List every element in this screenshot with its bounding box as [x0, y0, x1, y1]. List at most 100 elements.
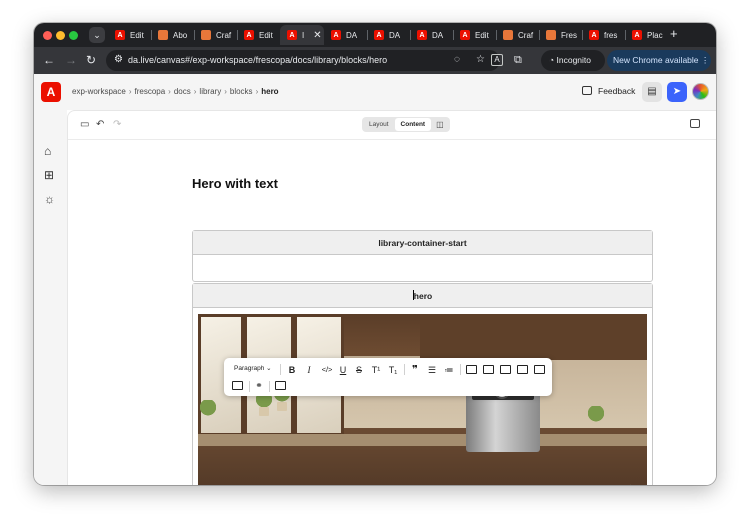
- crumb-current: hero: [261, 87, 279, 96]
- bold-icon[interactable]: B: [286, 365, 298, 375]
- tab-6[interactable]: DA: [324, 25, 366, 45]
- publish-send-button[interactable]: ➤: [667, 82, 687, 102]
- reload-icon[interactable]: ↻: [86, 53, 96, 67]
- blocks-library-icon[interactable]: ⊞: [44, 169, 54, 181]
- adobe-icon: [331, 30, 341, 40]
- right-panel-toggle-icon[interactable]: [690, 119, 700, 128]
- user-avatar[interactable]: [692, 83, 709, 100]
- new-tab-plus-icon[interactable]: +: [670, 26, 678, 41]
- chevron-right-icon: ›: [224, 87, 227, 96]
- content-tab[interactable]: Content: [394, 118, 432, 131]
- subscript-icon[interactable]: T₁: [386, 365, 400, 375]
- table-properties-icon[interactable]: [275, 381, 286, 390]
- underline-icon[interactable]: U: [337, 365, 349, 375]
- tab-4[interactable]: Edit: [237, 25, 280, 45]
- chrome-update-button[interactable]: New Chrome available ⋮: [607, 50, 711, 71]
- tab-2[interactable]: Abo: [151, 25, 193, 45]
- tab-12[interactable]: fres: [582, 25, 624, 45]
- back-arrow-icon[interactable]: ←: [43, 53, 55, 67]
- tab-label: Plac: [647, 30, 663, 40]
- merge-cells-icon[interactable]: [232, 381, 243, 390]
- format-toolbar: Paragraph ⌄ B I </> U S T¹ T₁ ❞ ☰ ≔ ⚭: [224, 358, 552, 396]
- hero-image[interactable]: ✦: [198, 314, 647, 485]
- undo-icon[interactable]: ↶: [96, 119, 104, 131]
- toggle-sidebar-icon[interactable]: ▭: [80, 119, 89, 131]
- adobe-icon: [287, 30, 297, 40]
- lightbulb-icon[interactable]: ☼: [44, 193, 55, 205]
- minimize-window-button[interactable]: [56, 31, 65, 40]
- upper-cabinets: [420, 314, 647, 360]
- crumb-docs[interactable]: docs: [174, 87, 191, 96]
- chevron-right-icon: ›: [168, 87, 171, 96]
- hero-header-label: hero: [413, 291, 433, 301]
- delete-row-icon[interactable]: [534, 365, 545, 374]
- crumb-library[interactable]: library: [199, 87, 221, 96]
- superscript-icon[interactable]: T¹: [369, 365, 383, 375]
- tab-10[interactable]: Craf: [496, 25, 538, 45]
- toolbar-separator: [280, 364, 281, 375]
- site-settings-icon[interactable]: ⚙: [114, 54, 123, 65]
- browser-window: ⌄ Edit Abo Craf Edit I ✕ DA: [34, 23, 716, 485]
- tab-5-active[interactable]: I ✕: [280, 25, 324, 45]
- adobe-icon: [115, 30, 125, 40]
- numbered-list-icon[interactable]: ≔: [443, 365, 455, 375]
- insert-row-below-icon[interactable]: [517, 365, 528, 374]
- address-bar[interactable]: ⚙ da.live/canvas#/exp-workspace/frescopa…: [106, 50, 500, 71]
- tab-1[interactable]: Edit: [108, 25, 150, 45]
- split-view-icon[interactable]: ◫: [431, 118, 449, 131]
- eye-off-icon[interactable]: ◌: [454, 54, 460, 65]
- app-header: A exp-workspace › frescopa › docs › library › bl…: [34, 74, 716, 110]
- tab-13[interactable]: Plac: [625, 25, 667, 45]
- tab-search-button[interactable]: ⌄: [89, 27, 105, 43]
- close-window-button[interactable]: [43, 31, 52, 40]
- tab-9[interactable]: Edit: [453, 25, 495, 45]
- insert-row-above-icon[interactable]: [500, 365, 511, 374]
- block-header[interactable]: hero: [193, 284, 652, 308]
- toolbar-separator: [249, 381, 250, 392]
- close-tab-icon[interactable]: ✕: [313, 30, 321, 41]
- tab-3[interactable]: Craf: [194, 25, 236, 45]
- bookmark-star-icon[interactable]: ☆: [476, 54, 485, 65]
- insert-column-right-icon[interactable]: [483, 365, 494, 374]
- adobe-extension-icon[interactable]: A: [491, 54, 503, 66]
- zoom-window-button[interactable]: [69, 31, 78, 40]
- extensions-puzzle-icon[interactable]: ⧉: [514, 53, 522, 67]
- document-preview-button[interactable]: ▤: [642, 82, 662, 102]
- incognito-badge[interactable]: ◔ Incognito: [541, 50, 605, 71]
- blockquote-icon[interactable]: ❞: [409, 365, 421, 376]
- code-icon[interactable]: </>: [319, 365, 335, 375]
- strikethrough-icon[interactable]: S: [353, 365, 365, 375]
- plant-pot: [259, 407, 269, 416]
- tab-label: Edit: [475, 30, 489, 40]
- adobe-logo[interactable]: A: [41, 82, 61, 102]
- feedback-button[interactable]: Feedback: [582, 86, 635, 96]
- countertop: [198, 434, 647, 446]
- crumb-blocks[interactable]: blocks: [230, 87, 253, 96]
- home-icon[interactable]: ⌂: [44, 145, 51, 157]
- italic-icon[interactable]: I: [303, 365, 315, 375]
- incognito-label: Incognito: [556, 55, 592, 65]
- craft-icon: [201, 30, 211, 40]
- tab-11[interactable]: Fres: [539, 25, 581, 45]
- feedback-label: Feedback: [598, 86, 636, 96]
- adobe-icon: [632, 30, 642, 40]
- layout-tab[interactable]: Layout: [363, 118, 395, 131]
- insert-column-left-icon[interactable]: [466, 365, 477, 374]
- library-container-block[interactable]: library-container-start: [192, 230, 653, 282]
- toolbar-separator: [404, 364, 405, 375]
- tab-7[interactable]: DA: [367, 25, 409, 45]
- tab-8[interactable]: DA: [410, 25, 452, 45]
- tab-label: DA: [389, 30, 401, 40]
- redo-icon[interactable]: ↷: [113, 119, 121, 131]
- paragraph-style-select[interactable]: Paragraph ⌄: [234, 364, 272, 372]
- forward-arrow-icon[interactable]: →: [65, 53, 77, 67]
- link-icon[interactable]: ⚭: [253, 380, 265, 390]
- crumb-frescopa[interactable]: frescopa: [134, 87, 165, 96]
- plant: [200, 400, 216, 418]
- bullet-list-icon[interactable]: ☰: [426, 365, 438, 375]
- document-title[interactable]: Hero with text: [192, 176, 278, 191]
- crumb-exp-workspace[interactable]: exp-workspace: [72, 87, 126, 96]
- adobe-icon: [374, 30, 384, 40]
- view-mode-switch: Layout Content ◫: [362, 117, 450, 132]
- tab-label: Fres: [561, 30, 577, 40]
